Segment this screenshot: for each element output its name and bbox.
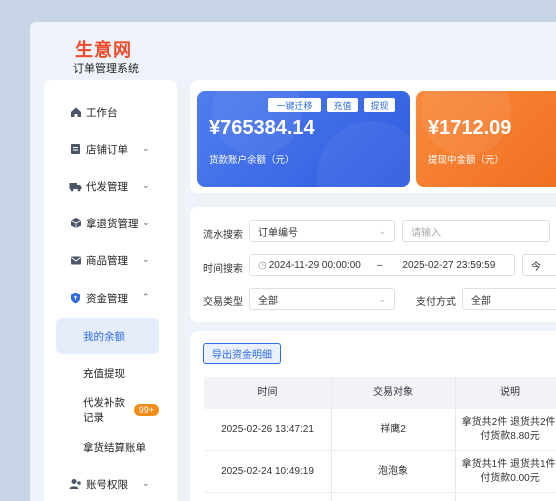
chevron-down-icon: ⌄: [142, 143, 150, 153]
column-header-description: 说明: [455, 377, 556, 409]
date-range-picker[interactable]: ◷ 2024-11-29 00:00:00 – 2025-02-27 23:59…: [249, 254, 515, 276]
table-cell-object: 泡泡象: [331, 451, 455, 493]
pay-method-label: 支付方式: [416, 297, 456, 308]
search-input[interactable]: 请输入: [402, 220, 550, 242]
export-button[interactable]: 导出资金明细: [203, 343, 281, 364]
date-end: 2025-02-27 23:59:59: [402, 259, 496, 271]
table-cell-description: 拿货共1件 退货共1件, 付货款0.00元: [455, 451, 556, 493]
sidebar-item-label: 资金管理: [86, 292, 128, 305]
sidebar-subitem-my-balance[interactable]: 我的余额: [56, 318, 159, 354]
sidebar-item-label: 商品管理: [86, 254, 128, 267]
clock-icon: ◷: [258, 259, 267, 271]
balance-card: 一键迁移 充值 提现 ¥765384.14 货款账户余额（元）: [197, 91, 410, 187]
search-type-select[interactable]: 订单编号 ⌄: [249, 220, 395, 242]
sidebar-item-dashboard[interactable]: 工作台: [44, 94, 177, 130]
column-divider: [331, 377, 332, 501]
date-separator: –: [376, 259, 383, 271]
chevron-down-icon: ⌄: [142, 254, 150, 264]
sidebar-item-shop-orders[interactable]: 店铺订单 ⌄: [44, 131, 177, 167]
chevron-down-icon: ⌄: [142, 180, 150, 190]
withdrawing-amount: ¥1712.09: [428, 117, 512, 139]
sidebar-subitem-settlement-bill[interactable]: 拿货结算账单: [56, 429, 159, 465]
chevron-down-icon: ⌄: [378, 294, 386, 304]
migrate-button[interactable]: 一键迁移: [268, 98, 321, 112]
chevron-up-icon: ⌃: [142, 292, 150, 302]
chevron-down-icon: ⌄: [142, 217, 150, 227]
shield-icon: [69, 292, 82, 305]
trade-type-select[interactable]: 全部 ⌄: [249, 288, 395, 310]
column-divider: [455, 377, 456, 501]
table-cell-time: 2025-02-26 13:47:21: [204, 409, 331, 451]
balance-amount: ¥765384.14: [209, 117, 315, 139]
sidebar-item-funds[interactable]: 资金管理 ⌃: [44, 280, 177, 316]
sidebar-item-label: 拿退货管理: [86, 217, 139, 230]
today-button[interactable]: 今: [522, 254, 556, 276]
trade-type-label: 交易类型: [203, 297, 243, 308]
count-badge: 99+: [133, 404, 159, 416]
sidebar-item-label: 代发管理: [86, 180, 128, 193]
box-icon: [69, 217, 82, 230]
column-header-time: 时间: [204, 377, 331, 409]
truck-icon: [69, 180, 82, 193]
withdrawing-card: ¥1712.09 提现中金额（元）: [416, 91, 556, 187]
recharge-button[interactable]: 充值: [327, 98, 358, 112]
withdrawing-label: 提现中金额（元）: [428, 155, 505, 166]
sidebar-item-label: 工作台: [86, 106, 118, 119]
chevron-down-icon: ⌄: [142, 478, 150, 488]
home-icon: [69, 106, 82, 119]
sidebar-item-dropship[interactable]: 代发管理 ⌄: [44, 168, 177, 204]
brand-subtitle: 订单管理系统: [73, 63, 139, 75]
table-cell-time: 2025-02-24 10:49:19: [204, 451, 331, 493]
search-label: 流水搜索: [203, 230, 243, 241]
sidebar-subitem-recharge-withdraw[interactable]: 充值提现: [56, 355, 159, 391]
table-cell-object: 祥鹰2: [331, 409, 455, 451]
date-start: 2024-11-29 00:00:00: [268, 259, 361, 271]
sidebar-item-returns[interactable]: 拿退货管理 ⌄: [44, 205, 177, 241]
balance-label: 货款账户余额（元）: [209, 155, 295, 166]
table-cell-description: 拿货共2件 退货共2件, 付货款8.80元: [455, 409, 556, 451]
sidebar-item-label: 账号权限: [86, 478, 128, 491]
sidebar-item-products[interactable]: 商品管理 ⌄: [44, 242, 177, 278]
sidebar-subitem-dropship-supplement[interactable]: 代发补款记录 99+: [56, 392, 159, 428]
mail-icon: [69, 254, 82, 267]
sidebar-item-account-permissions[interactable]: 账号权限 ⌄: [44, 466, 177, 501]
column-header-object: 交易对象: [331, 377, 455, 409]
sidebar-item-label: 店铺订单: [86, 143, 128, 156]
document-icon: [69, 143, 82, 156]
withdraw-button[interactable]: 提现: [364, 98, 395, 112]
time-label: 时间搜索: [203, 264, 243, 275]
user-icon: [69, 478, 82, 491]
brand-logo: 生意网: [75, 40, 132, 60]
chevron-down-icon: ⌄: [378, 226, 386, 236]
pay-method-select[interactable]: 全部: [462, 288, 556, 310]
